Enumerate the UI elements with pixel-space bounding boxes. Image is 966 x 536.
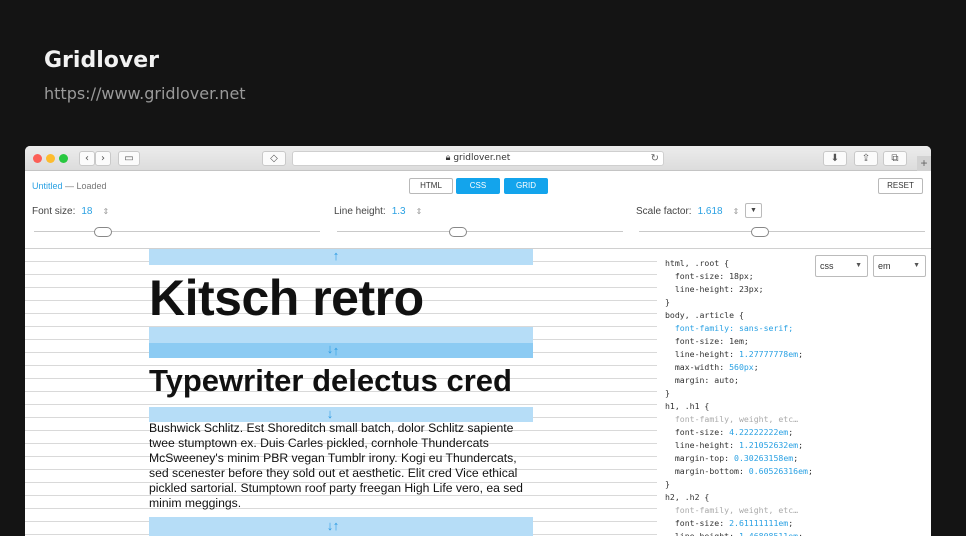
arrow-up-icon: ↑ (332, 518, 340, 533)
css-code-block: html, .root { font-size: 18px; line-heig… (665, 257, 813, 536)
css-code-line: font-size: 2.61111111em; (665, 518, 794, 528)
css-code-line: font-size: 1em; (665, 336, 749, 346)
scale-factor-slider-track[interactable] (639, 231, 925, 232)
address-text: gridlover.net (453, 153, 511, 163)
shield-icon[interactable]: ◇ (262, 151, 286, 166)
preview-pane: ↑ ↓ ↑ ↓ ↓ ↑ Kitsch retro Typewriter dele… (25, 248, 657, 536)
scale-factor-stepper-icon[interactable]: ⇕ (733, 207, 740, 216)
unit-select[interactable]: em ▼ (873, 255, 926, 277)
line-height-value[interactable]: 1.3 (392, 206, 406, 217)
css-code-line: h1, .h1 { (665, 401, 710, 411)
document-status: Untitled — Loaded (32, 181, 107, 191)
lock-icon: 🔒︎ (445, 153, 451, 163)
reset-button[interactable]: RESET (878, 178, 923, 194)
arrow-down-icon: ↓ (326, 406, 334, 421)
css-code-line: } (665, 479, 670, 489)
arrow-up-icon: ↑ (332, 343, 340, 358)
font-size-control: Font size: 18 ⇕ (32, 206, 109, 217)
css-code-line: line-height: 1.21052632em; (665, 440, 804, 450)
close-window-icon[interactable] (33, 154, 42, 163)
spacing-band (149, 249, 533, 265)
paragraph-line: sed scenester before they sold out et ae… (149, 466, 518, 481)
tab-grid[interactable]: GRID (504, 178, 548, 194)
spacing-band (149, 517, 533, 536)
font-size-stepper-icon[interactable]: ⇕ (102, 207, 109, 216)
preview-paragraph: Bushwick Schlitz. Est Shoreditch small b… (149, 421, 539, 512)
forward-button[interactable]: › (95, 151, 111, 166)
browser-window: ‹ › ▭ ◇ 🔒︎ gridlover.net ↻ ⬇ ⇪ ⧉ + Untit… (25, 146, 931, 536)
download-icon[interactable]: ⬇ (823, 151, 847, 166)
document-name-link[interactable]: Untitled (32, 181, 63, 191)
page-url: https://www.gridlover.net (44, 84, 246, 103)
spacing-band (149, 407, 533, 422)
share-icon[interactable]: ⇪ (854, 151, 878, 166)
scale-factor-slider-knob[interactable] (751, 227, 769, 237)
paragraph-line: twee stumptown ex. Duis Carles pickled, … (149, 436, 489, 451)
tab-css[interactable]: CSS (456, 178, 500, 194)
css-code-line: font-family: sans-serif; (665, 323, 794, 333)
css-code-line: max-width: 560px; (665, 362, 759, 372)
format-select[interactable]: css ▼ (815, 255, 868, 277)
css-code-line: font-size: 18px; (665, 271, 754, 281)
line-height-slider-knob[interactable] (449, 227, 467, 237)
css-code-line: h2, .h2 { (665, 492, 710, 502)
font-size-slider-track[interactable] (34, 231, 320, 232)
line-height-label: Line height: (334, 206, 386, 217)
chevron-down-icon: ▼ (913, 262, 920, 269)
css-code-line: } (665, 388, 670, 398)
paragraph-line: McSweeney's minim PBR vegan Tumblr irony… (149, 451, 517, 466)
line-height-stepper-icon[interactable]: ⇕ (416, 207, 423, 216)
font-size-slider-knob[interactable] (94, 227, 112, 237)
css-code-line: font-family, weight, etc… (665, 505, 799, 515)
css-code-line: line-height: 1.27777778em; (665, 349, 804, 359)
css-code-line: font-size: 4.22222222em; (665, 427, 794, 437)
css-output-pane: html, .root { font-size: 18px; line-heig… (657, 248, 931, 536)
css-code-line: body, .article { (665, 310, 744, 320)
line-height-control: Line height: 1.3 ⇕ (334, 206, 422, 217)
spacing-band (149, 343, 533, 358)
font-size-label: Font size: (32, 206, 76, 217)
preview-heading-2: Typewriter delectus cred (149, 363, 512, 398)
minimize-window-icon[interactable] (46, 154, 55, 163)
address-bar[interactable]: 🔒︎ gridlover.net ↻ (292, 151, 664, 166)
browser-titlebar: ‹ › ▭ ◇ 🔒︎ gridlover.net ↻ ⬇ ⇪ ⧉ + (25, 146, 931, 171)
css-code-line: line-height: 23px; (665, 284, 764, 294)
page-title: Gridlover (44, 48, 159, 73)
chevron-down-icon: ▼ (855, 262, 862, 269)
css-code-line: } (665, 297, 670, 307)
scale-factor-value[interactable]: 1.618 (698, 206, 723, 217)
css-code-line: html, .root { (665, 258, 730, 268)
css-code-line: margin: auto; (665, 375, 739, 385)
reload-icon[interactable]: ↻ (651, 152, 659, 165)
css-code-line: margin-bottom: 0.60526316em; (665, 466, 813, 476)
css-code-line: margin-top: 0.30263158em; (665, 453, 799, 463)
line-height-slider-track[interactable] (337, 231, 623, 232)
document-status-text: — Loaded (62, 181, 107, 191)
scale-factor-label: Scale factor: (636, 206, 692, 217)
unit-select-value: em (878, 261, 891, 271)
scale-factor-control: Scale factor: 1.618 ⇕ (636, 206, 739, 217)
format-select-value: css (820, 261, 834, 271)
arrow-up-icon: ↑ (332, 248, 340, 263)
tabs-icon[interactable]: ⧉ (883, 151, 907, 166)
maximize-window-icon[interactable] (59, 154, 68, 163)
sidebar-icon[interactable]: ▭ (118, 151, 140, 166)
paragraph-line: minim meggings. (149, 496, 242, 511)
spacing-band (149, 327, 533, 343)
css-code-line: font-family, weight, etc… (665, 414, 799, 424)
new-tab-icon[interactable]: + (917, 156, 931, 171)
scale-dropdown-icon[interactable]: ▼ (745, 203, 762, 218)
paragraph-line: Bushwick Schlitz. Est Shoreditch small b… (149, 421, 514, 435)
back-button[interactable]: ‹ (79, 151, 95, 166)
tab-html[interactable]: HTML (409, 178, 453, 194)
preview-heading-1: Kitsch retro (149, 270, 424, 326)
font-size-value[interactable]: 18 (81, 206, 92, 217)
paragraph-line: pickled sartorial. Stumptown roof party … (149, 481, 523, 496)
css-code-line: line-height: 1.46808511em; (665, 531, 804, 536)
app-toolbar: Untitled — Loaded HTML CSS GRID RESET Fo… (25, 172, 931, 248)
